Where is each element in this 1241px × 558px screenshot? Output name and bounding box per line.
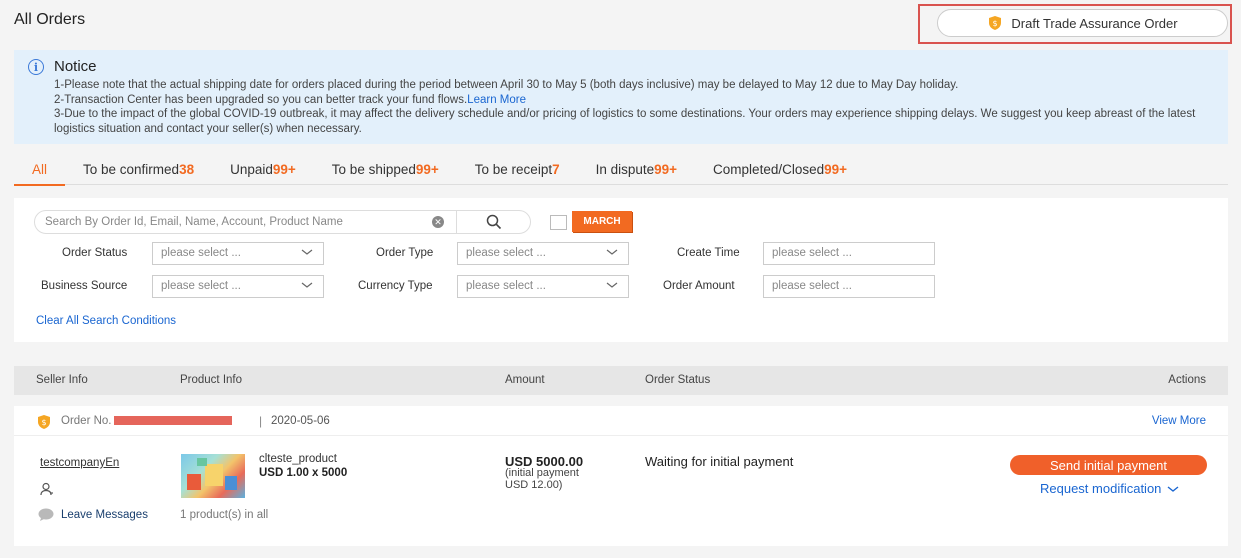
tab-to-be-shipped[interactable]: To be shipped99+ — [314, 155, 457, 185]
notice-body: 1-Please note that the actual shipping d… — [54, 78, 1214, 136]
create-time-label: Create Time — [677, 247, 740, 259]
product-name: clteste_product — [259, 453, 337, 465]
tab-in-dispute[interactable]: In dispute99+ — [578, 155, 695, 185]
chat-bubble-icon — [38, 508, 54, 521]
create-time-picker[interactable]: please select ... — [763, 242, 935, 265]
user-icon[interactable] — [40, 482, 54, 496]
march-tag: MARCH — [572, 211, 632, 232]
order-status-select[interactable]: please select ... — [152, 242, 324, 265]
table-header: Seller Info Product Info Amount Order St… — [14, 366, 1228, 395]
order-type-select[interactable]: please select ... — [457, 242, 629, 265]
notice-line-3: 3-Due to the impact of the global COVID-… — [54, 108, 1196, 135]
notice-line-1: 1-Please note that the actual shipping d… — [54, 79, 959, 91]
chevron-down-icon — [606, 282, 618, 288]
tab-completed-closed[interactable]: Completed/Closed99+ — [695, 155, 865, 185]
chevron-down-icon — [301, 282, 313, 288]
tab-all[interactable]: All — [14, 155, 66, 186]
product-count: 1 product(s) in all — [180, 509, 269, 521]
order-type-label: Order Type — [376, 247, 434, 259]
clear-search-icon[interactable]: ✕ — [432, 216, 444, 228]
initial-payment-note: (initial payment USD 12.00) — [505, 467, 579, 491]
draft-trade-assurance-button[interactable]: $ Draft Trade Assurance Order — [937, 9, 1228, 37]
column-header-amount: Amount — [505, 374, 545, 386]
leave-messages-button[interactable]: Leave Messages — [38, 508, 148, 521]
learn-more-link[interactable]: Learn More — [467, 94, 526, 106]
chevron-down-icon — [301, 249, 313, 255]
order-card: $ Order No. | 2020-05-06 View More testc… — [14, 406, 1228, 546]
seller-name-link[interactable]: testcompanyEn — [40, 457, 119, 469]
redacted-order-id — [113, 416, 232, 426]
notice-line-2: 2-Transaction Center has been upgraded s… — [54, 93, 1214, 108]
order-status-label: Order Status — [62, 247, 128, 259]
notice-line-2-text: 2-Transaction Center has been upgraded s… — [54, 93, 468, 106]
business-source-select[interactable]: please select ... — [152, 275, 324, 298]
column-header-actions: Actions — [1168, 374, 1206, 386]
draft-button-label: Draft Trade Assurance Order — [1011, 15, 1178, 31]
chevron-down-icon — [1167, 485, 1179, 492]
currency-type-label: Currency Type — [358, 280, 433, 292]
search-input[interactable] — [45, 214, 425, 230]
tab-unpaid[interactable]: Unpaid99+ — [212, 155, 314, 185]
product-thumbnail[interactable] — [181, 454, 245, 498]
leave-messages-label: Leave Messages — [61, 508, 148, 521]
request-modification-link[interactable]: Request modification — [1040, 481, 1179, 496]
notice-title: Notice — [54, 58, 97, 75]
divider: | — [259, 414, 263, 428]
notice-panel: i Notice 1-Please note that the actual s… — [14, 50, 1228, 144]
page-title: All Orders — [14, 11, 86, 28]
order-amount-label: Order Amount — [663, 280, 735, 292]
business-source-label: Business Source — [41, 280, 128, 292]
tab-to-be-receipt[interactable]: To be receipt7 — [457, 155, 578, 185]
svg-text:$: $ — [41, 418, 46, 427]
march-checkbox[interactable] — [550, 215, 567, 230]
search-box: ✕ — [34, 210, 531, 234]
currency-type-select[interactable]: please select ... — [457, 275, 629, 298]
order-header: $ Order No. | 2020-05-06 View More — [14, 406, 1228, 436]
column-header-order-status: Order Status — [645, 374, 711, 386]
clear-all-search-link[interactable]: Clear All Search Conditions — [36, 315, 176, 327]
order-status-text: Waiting for initial payment — [645, 454, 794, 469]
product-unit-price-qty: USD 1.00 x 5000 — [259, 467, 348, 479]
send-initial-payment-button[interactable]: Send initial payment — [1010, 455, 1207, 475]
order-date: 2020-05-06 — [271, 415, 330, 427]
order-tabs: All To be confirmed38 Unpaid99+ To be sh… — [14, 155, 1228, 186]
column-header-product-info: Product Info — [180, 374, 243, 386]
tab-to-be-confirmed[interactable]: To be confirmed38 — [65, 155, 212, 185]
search-button[interactable] — [456, 211, 531, 233]
view-more-link[interactable]: View More — [1152, 415, 1206, 427]
column-header-seller-info: Seller Info — [36, 374, 88, 386]
trade-assurance-shield-icon: $ — [38, 415, 50, 429]
chevron-down-icon — [606, 249, 618, 255]
order-number: Order No. — [61, 415, 232, 427]
order-amount-input[interactable]: please select ... — [763, 275, 935, 298]
search-icon — [486, 214, 502, 230]
filter-panel: ✕ MARCH Order Status please select ... O… — [14, 198, 1228, 342]
trade-assurance-shield-icon: $ — [989, 16, 1002, 30]
draft-order-highlight: $ Draft Trade Assurance Order — [918, 4, 1232, 44]
info-icon: i — [28, 59, 44, 75]
request-modification-label: Request modification — [1040, 481, 1162, 496]
svg-text:$: $ — [993, 19, 998, 28]
